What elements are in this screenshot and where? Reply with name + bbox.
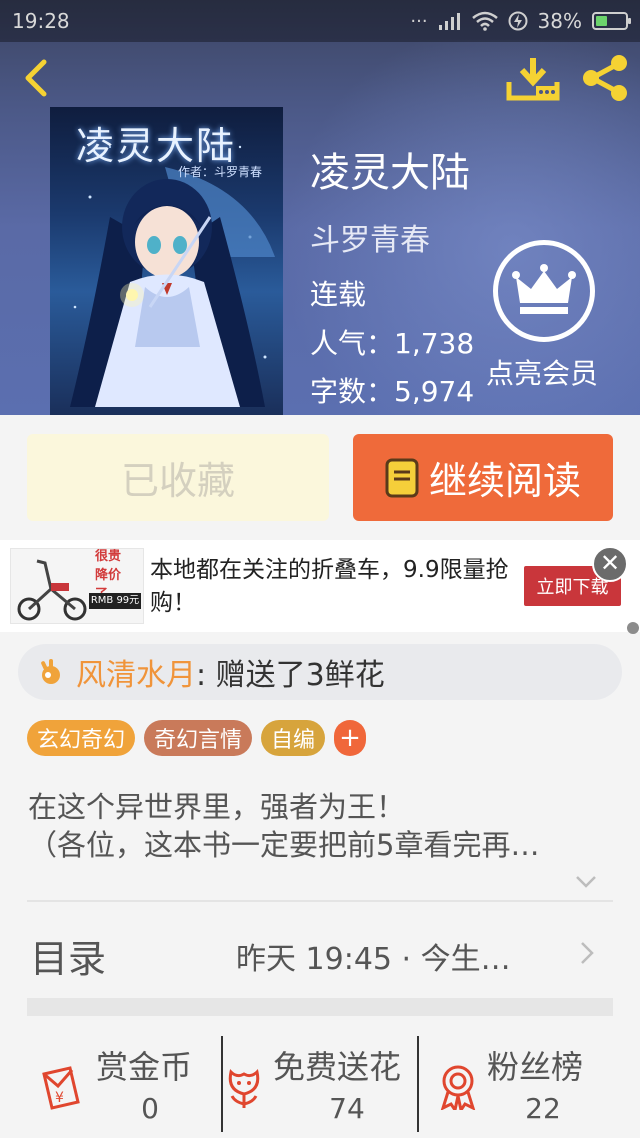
book-word-count: 字数：5,974: [310, 375, 475, 408]
ad-banner[interactable]: 很贵降价了 RMB 99元 本地都在关注的折叠车，9.9限量抢购！ 立即下载: [0, 540, 640, 632]
gift-notice[interactable]: 风清水月 : 赠送了3鲜花: [18, 644, 622, 700]
medal-icon: [440, 1065, 476, 1110]
crown-icon: [512, 264, 576, 314]
continue-reading-label: 继续阅读: [428, 459, 581, 503]
ad-text[interactable]: 本地都在关注的折叠车，9.9限量抢购！: [150, 554, 510, 620]
signal-icon: [438, 13, 460, 30]
add-tag-button[interactable]: +: [334, 720, 367, 756]
tag-item[interactable]: 自编: [261, 720, 326, 756]
book-title: 凌灵大陆: [310, 150, 470, 196]
battery-icon: [592, 12, 631, 30]
stat-value: 0: [141, 1092, 159, 1125]
share-icon[interactable]: [580, 54, 630, 102]
vip-label[interactable]: 点亮会员: [486, 352, 598, 392]
stat-value: 22: [525, 1092, 561, 1125]
download-icon[interactable]: [506, 56, 560, 102]
stat-reward-coins[interactable]: ¥ 赏金币 0: [0, 1030, 220, 1138]
book-icon: [385, 458, 419, 497]
flower-icon: [228, 1069, 260, 1108]
charging-icon: [508, 11, 528, 31]
stat-label: 赏金币: [96, 1048, 193, 1086]
stat-label: 免费送花: [273, 1048, 402, 1086]
ad-info-icon[interactable]: [627, 622, 639, 634]
status-bar: 19:28 ··· 38%: [0, 0, 640, 42]
book-status: 连载: [310, 278, 367, 311]
vip-button[interactable]: [493, 240, 595, 342]
status-time: 19:28: [12, 9, 70, 33]
tag-item[interactable]: 奇幻言情: [144, 720, 253, 756]
book-author[interactable]: 斗罗青春: [310, 215, 430, 259]
back-icon[interactable]: [16, 56, 56, 100]
book-cover[interactable]: 凌灵大陆 作者：斗罗青春: [50, 107, 283, 415]
divider: [27, 900, 613, 902]
svg-text:¥: ¥: [55, 1090, 64, 1106]
description-line-1: 在这个异世界里，强者为王！: [28, 790, 406, 824]
chevron-right-icon[interactable]: [578, 940, 596, 966]
notification-dots-icon: ···: [410, 10, 428, 32]
ad-image[interactable]: 很贵降价了 RMB 99元: [10, 548, 144, 624]
gift-hand-icon: [41, 659, 60, 684]
toc-latest-update[interactable]: 昨天 19:45 · 今生…: [236, 934, 546, 978]
toc-label[interactable]: 目录: [30, 928, 106, 983]
ad-image-price: RMB 99元: [89, 593, 141, 609]
stat-fan-ranking[interactable]: 粉丝榜 22: [419, 1030, 640, 1138]
gift-action: : 赠送了3鲜花: [196, 658, 385, 693]
stat-value: 74: [329, 1092, 365, 1125]
ad-close-icon[interactable]: ✕: [592, 546, 628, 582]
cover-subtitle: 作者：斗罗青春: [178, 165, 263, 179]
tag-item[interactable]: 玄幻奇幻: [27, 720, 136, 756]
tag-list: 玄幻奇幻 奇幻言情 自编 +: [27, 720, 367, 756]
collected-button[interactable]: 已收藏: [27, 434, 329, 521]
continue-reading-button[interactable]: 继续阅读: [353, 434, 613, 521]
stat-free-flowers[interactable]: 免费送花 74: [223, 1030, 417, 1138]
gift-user[interactable]: 风清水月: [76, 650, 196, 694]
stats-bar: ¥ 赏金币 0 免费送花 74 粉丝榜 22: [0, 1030, 640, 1138]
stat-label: 粉丝榜: [487, 1048, 584, 1086]
ad-image-tag: 很贵降价了: [95, 548, 122, 602]
description-line-2: （各位，这本书一定要把前5章看完再…: [28, 828, 540, 862]
book-popularity: 人气：1,738: [310, 327, 475, 360]
battery-percent: 38%: [537, 9, 582, 33]
cover-title: 凌灵大陆: [76, 124, 237, 168]
book-description[interactable]: 在这个异世界里，强者为王！ （各位，这本书一定要把前5章看完再…: [28, 788, 618, 864]
section-divider: [27, 998, 613, 1016]
action-area: 已收藏 继续阅读: [0, 415, 640, 540]
red-envelope-icon: ¥: [42, 1066, 80, 1110]
chevron-down-icon[interactable]: [574, 874, 598, 890]
collected-label: 已收藏: [120, 459, 235, 503]
wifi-icon: [471, 11, 498, 31]
